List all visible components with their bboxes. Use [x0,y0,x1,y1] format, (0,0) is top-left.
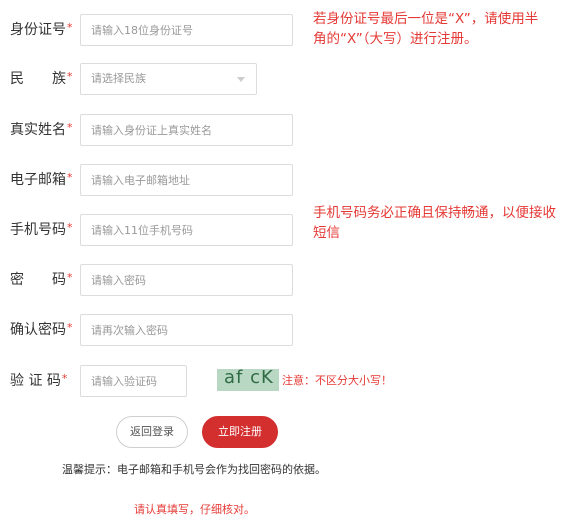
password-input[interactable] [81,265,292,295]
real-name-field[interactable] [80,114,293,146]
email-field[interactable] [80,164,293,196]
id-card-label: 身份证号* [10,14,73,46]
required-mark: * [67,221,73,234]
back-to-login-button[interactable]: 返回登录 [116,416,188,448]
required-mark: * [67,70,73,83]
password-field[interactable] [80,264,293,296]
chevron-down-icon [237,77,245,82]
ethnicity-label: 民 族* [10,63,73,95]
captcha-note: 注意：不区分大小写！ [282,374,392,387]
id-card-input[interactable] [81,15,292,45]
real-name-label: 真实姓名* [10,114,73,146]
captcha-label-text: 验 证 码 [10,373,61,389]
password-label-right: 码 [52,272,66,288]
email-label: 电子邮箱* [10,164,73,196]
phone-input[interactable] [81,215,292,245]
captcha-label: 验 证 码* [10,365,67,397]
ethnicity-selected-value: 请选择民族 [91,72,146,85]
confirm-password-label-text: 确认密码 [10,322,66,338]
email-label-text: 电子邮箱 [10,172,66,188]
phone-label: 手机号码* [10,214,73,246]
id-card-field[interactable] [80,14,293,46]
phone-note: 手机号码务必正确且保持畅通，以便接收 短信 [313,203,556,243]
required-mark: * [67,171,73,184]
phone-note-line2: 短信 [313,225,340,241]
ethnicity-row: 民 族* 请选择民族 [0,63,583,95]
ethnicity-label-right: 族 [52,71,66,87]
phone-label-text: 手机号码 [10,222,66,238]
id-card-note: 若身份证号最后一位是“X”，请使用半 角的“X”（大写）进行注册。 [313,9,538,49]
required-mark: * [67,271,73,284]
captcha-image-text: af cK [224,369,274,388]
ethnicity-label-left: 民 [10,71,24,87]
confirm-password-row: 确认密码* [0,314,583,346]
captcha-image[interactable]: af cK [217,369,279,391]
required-mark: * [61,372,68,385]
id-card-note-line1: 若身份证号最后一位是“X”，请使用半 [313,11,539,27]
phone-field[interactable] [80,214,293,246]
confirm-password-label: 确认密码* [10,314,73,346]
real-name-label-text: 真实姓名 [10,122,66,138]
register-button[interactable]: 立即注册 [202,416,278,448]
confirm-password-field[interactable] [80,314,293,346]
captcha-input[interactable] [81,366,186,396]
password-row: 密 码* [0,264,583,296]
real-name-row: 真实姓名* [0,114,583,146]
password-label: 密 码* [10,264,73,296]
confirm-password-input[interactable] [81,315,292,345]
id-card-label-text: 身份证号 [10,22,66,38]
phone-note-line1: 手机号码务必正确且保持畅通，以便接收 [313,205,556,221]
email-row: 电子邮箱* [0,164,583,196]
required-mark: * [67,21,73,34]
required-mark: * [67,121,73,134]
hint-text: 温馨提示：电子邮箱和手机号会作为找回密码的依据。 [62,463,326,476]
email-input[interactable] [81,165,292,195]
captcha-field[interactable] [80,365,187,397]
password-label-left: 密 [10,272,24,288]
captcha-row: 验 证 码* af cK 注意：不区分大小写！ [0,365,583,397]
real-name-input[interactable] [81,115,292,145]
ethnicity-select[interactable]: 请选择民族 [80,63,257,95]
warning-text: 请认真填写，仔细核对。 [134,503,255,516]
id-card-note-line2: 角的“X”（大写）进行注册。 [313,31,478,47]
required-mark: * [67,321,73,334]
